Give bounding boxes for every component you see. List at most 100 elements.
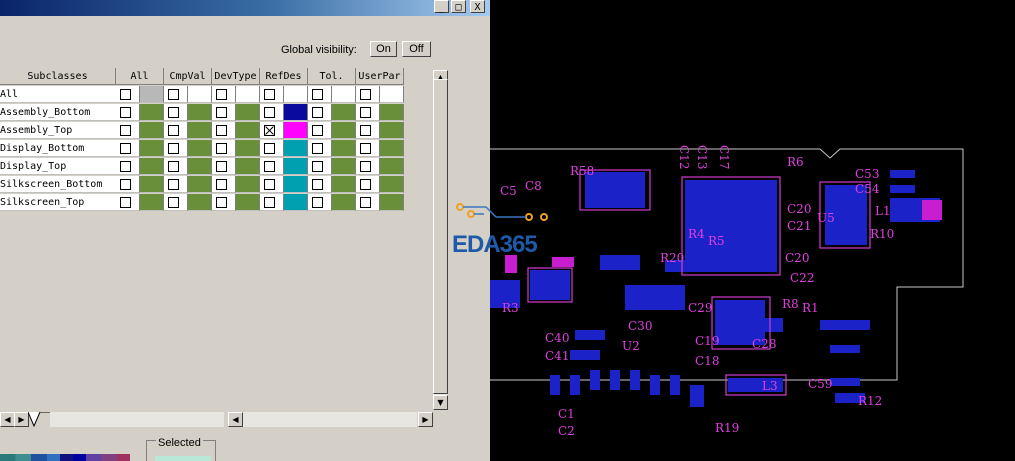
visibility-checkbox[interactable] <box>264 143 275 154</box>
visibility-off-button[interactable]: Off <box>402 41 431 57</box>
visibility-checkbox[interactable] <box>312 125 323 136</box>
color-swatch[interactable] <box>140 86 164 103</box>
hscroll-track[interactable] <box>243 412 417 427</box>
vertical-scrollbar[interactable]: ▲ ▼ <box>433 70 448 410</box>
color-swatch[interactable] <box>188 140 212 157</box>
visibility-checkbox[interactable] <box>312 179 323 190</box>
color-swatch[interactable] <box>380 122 404 139</box>
color-swatch[interactable] <box>284 158 308 175</box>
visibility-checkbox[interactable] <box>216 125 227 136</box>
pcb-canvas[interactable]: C17 C12 C13 R6 C53 C54 C5 C8 R58 C20 C21… <box>490 0 1015 461</box>
horizontal-scrollbar[interactable]: ◀ ▶ ◀ ▶ <box>0 412 434 427</box>
color-swatch[interactable] <box>380 176 404 193</box>
visibility-checkbox[interactable] <box>312 143 323 154</box>
color-swatch[interactable] <box>380 158 404 175</box>
color-swatch[interactable] <box>140 194 164 211</box>
visibility-checkbox[interactable] <box>120 197 131 208</box>
visibility-checkbox[interactable] <box>360 197 371 208</box>
scroll-left-icon[interactable]: ◀ <box>0 412 15 427</box>
color-swatch[interactable] <box>188 194 212 211</box>
color-swatch[interactable] <box>188 104 212 121</box>
visibility-checkbox[interactable] <box>216 179 227 190</box>
color-swatch[interactable] <box>284 86 308 103</box>
visibility-checkbox[interactable] <box>264 89 275 100</box>
close-button[interactable]: X <box>470 0 485 13</box>
maximize-button[interactable]: □ <box>451 0 466 13</box>
visibility-checkbox[interactable] <box>168 125 179 136</box>
color-swatch[interactable] <box>332 176 356 193</box>
color-swatch[interactable] <box>284 104 308 121</box>
visibility-checkbox[interactable] <box>360 179 371 190</box>
visibility-checkbox[interactable] <box>168 89 179 100</box>
color-swatch[interactable] <box>236 122 260 139</box>
color-swatch[interactable] <box>140 140 164 157</box>
color-swatch[interactable] <box>188 86 212 103</box>
color-swatch[interactable] <box>236 140 260 157</box>
visibility-checkbox[interactable] <box>312 107 323 118</box>
visibility-checkbox[interactable] <box>360 161 371 172</box>
palette-swatches[interactable] <box>0 454 130 461</box>
visibility-checkbox[interactable] <box>120 161 131 172</box>
visibility-checkbox[interactable] <box>264 125 275 136</box>
scroll-right-icon[interactable]: ▶ <box>14 412 29 427</box>
color-swatch[interactable] <box>236 176 260 193</box>
visibility-checkbox[interactable] <box>216 143 227 154</box>
color-palette[interactable] <box>0 444 130 461</box>
visibility-checkbox[interactable] <box>168 143 179 154</box>
color-swatch[interactable] <box>188 176 212 193</box>
visibility-checkbox[interactable] <box>360 107 371 118</box>
color-swatch[interactable] <box>332 104 356 121</box>
color-swatch[interactable] <box>236 158 260 175</box>
visibility-checkbox[interactable] <box>360 143 371 154</box>
visibility-checkbox[interactable] <box>168 179 179 190</box>
color-swatch[interactable] <box>188 158 212 175</box>
visibility-checkbox[interactable] <box>120 143 131 154</box>
scroll-left-icon[interactable]: ◀ <box>228 412 243 427</box>
color-swatch[interactable] <box>332 194 356 211</box>
visibility-checkbox[interactable] <box>120 107 131 118</box>
color-swatch[interactable] <box>332 140 356 157</box>
visibility-checkbox[interactable] <box>120 125 131 136</box>
visibility-on-button[interactable]: On <box>370 41 397 57</box>
visibility-checkbox[interactable] <box>216 89 227 100</box>
color-swatch[interactable] <box>140 158 164 175</box>
color-swatch[interactable] <box>332 86 356 103</box>
visibility-checkbox[interactable] <box>312 161 323 172</box>
color-swatch[interactable] <box>284 176 308 193</box>
visibility-checkbox[interactable] <box>360 89 371 100</box>
scroll-right-icon[interactable]: ▶ <box>418 412 433 427</box>
color-swatch[interactable] <box>284 122 308 139</box>
visibility-checkbox[interactable] <box>312 89 323 100</box>
visibility-checkbox[interactable] <box>264 107 275 118</box>
visibility-checkbox[interactable] <box>264 179 275 190</box>
hscroll-track-left[interactable] <box>50 412 224 427</box>
scroll-thumb[interactable] <box>433 79 448 394</box>
color-swatch[interactable] <box>380 140 404 157</box>
color-swatch[interactable] <box>332 122 356 139</box>
visibility-checkbox[interactable] <box>216 107 227 118</box>
color-swatch[interactable] <box>332 158 356 175</box>
color-swatch[interactable] <box>284 194 308 211</box>
visibility-checkbox[interactable] <box>264 161 275 172</box>
color-swatch[interactable] <box>140 176 164 193</box>
visibility-checkbox[interactable] <box>216 197 227 208</box>
color-swatch[interactable] <box>380 86 404 103</box>
visibility-checkbox[interactable] <box>264 197 275 208</box>
color-swatch[interactable] <box>236 104 260 121</box>
color-swatch[interactable] <box>236 194 260 211</box>
visibility-checkbox[interactable] <box>312 197 323 208</box>
visibility-checkbox[interactable] <box>120 179 131 190</box>
color-swatch[interactable] <box>380 104 404 121</box>
visibility-checkbox[interactable] <box>120 89 131 100</box>
color-swatch[interactable] <box>140 122 164 139</box>
color-swatch[interactable] <box>284 140 308 157</box>
visibility-checkbox[interactable] <box>216 161 227 172</box>
scroll-down-icon[interactable]: ▼ <box>433 395 448 410</box>
minimize-button[interactable]: _ <box>434 0 449 13</box>
color-swatch[interactable] <box>380 194 404 211</box>
color-swatch[interactable] <box>236 86 260 103</box>
visibility-checkbox[interactable] <box>168 107 179 118</box>
visibility-checkbox[interactable] <box>168 161 179 172</box>
visibility-checkbox[interactable] <box>360 125 371 136</box>
color-swatch[interactable] <box>140 104 164 121</box>
